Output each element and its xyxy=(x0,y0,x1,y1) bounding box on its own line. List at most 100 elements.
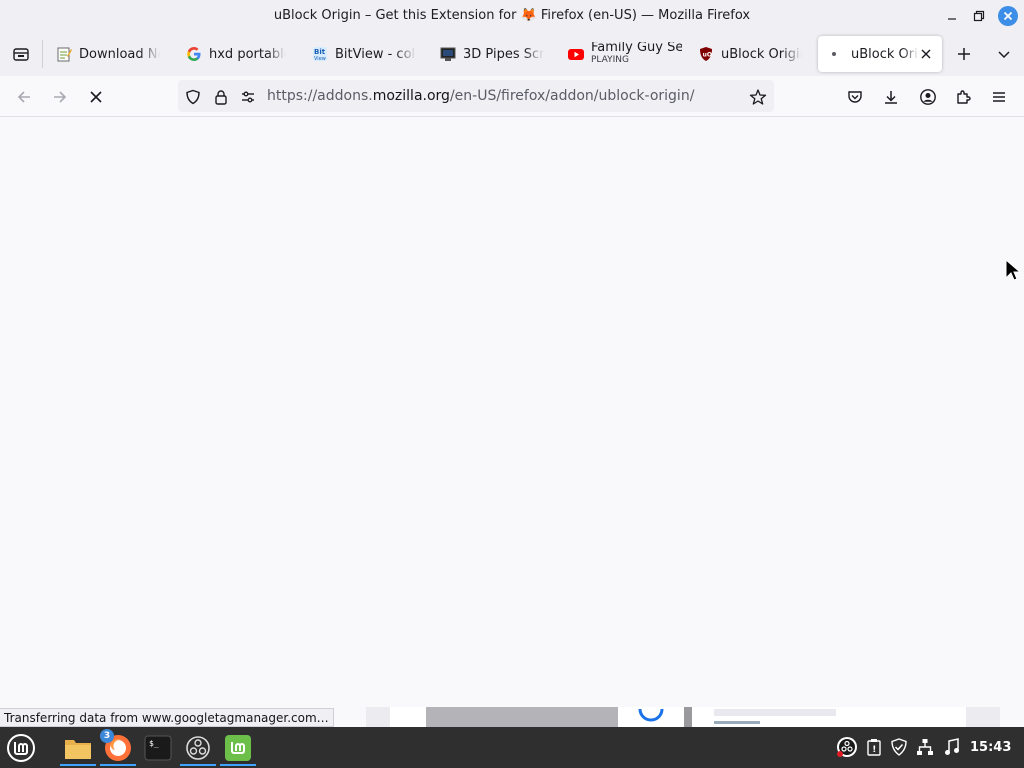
close-window-button[interactable] xyxy=(998,6,1018,26)
notepad-favicon-icon xyxy=(56,46,72,62)
active-indicator xyxy=(100,764,136,766)
chevron-down-icon xyxy=(998,51,1010,59)
loading-dot-icon xyxy=(828,46,844,62)
hamburger-menu-icon xyxy=(993,92,1005,102)
puzzle-icon xyxy=(957,90,971,104)
tab-youtube[interactable]: Family Guy Season PLAYING xyxy=(558,36,682,72)
page-fragment xyxy=(618,707,684,727)
tab-separator xyxy=(42,40,43,68)
tab-ublock[interactable]: uO uBlock Origin xyxy=(688,36,812,72)
stop-loading-button[interactable] xyxy=(83,84,109,110)
shield-tray-icon[interactable] xyxy=(889,737,909,757)
navigation-toolbar: https://addons.mozilla.org/en-US/firefox… xyxy=(0,76,1024,117)
maximize-button[interactable] xyxy=(969,6,989,26)
tab-bitview[interactable]: BitView BitView - collab xyxy=(302,36,426,72)
account-icon xyxy=(920,89,936,105)
clock[interactable]: 15:43 xyxy=(970,740,1011,755)
notification-badge: 3 xyxy=(100,729,114,743)
plus-icon xyxy=(958,48,970,60)
close-tab-button[interactable] xyxy=(919,46,932,62)
taskbar: 3 $_ ! 15:43 xyxy=(0,727,1024,768)
ublock-favicon-icon: uO xyxy=(698,46,714,62)
clipboard-tray-icon[interactable]: ! xyxy=(864,737,884,757)
obs-tray-icon[interactable] xyxy=(836,736,858,758)
tab-label: hxd portable xyxy=(209,46,286,62)
downloads-button[interactable] xyxy=(878,84,904,110)
svg-text:View: View xyxy=(314,56,326,62)
obs-icon xyxy=(186,736,210,760)
stop-icon xyxy=(90,91,102,103)
taskbar-obs[interactable] xyxy=(180,730,216,766)
pipes-favicon-icon xyxy=(440,46,456,62)
back-button[interactable] xyxy=(11,84,37,110)
tab-ublock-active[interactable]: uBlock Origin xyxy=(818,36,942,72)
list-all-tabs-button[interactable] xyxy=(992,42,1016,66)
tab-label: Family Guy Season xyxy=(591,42,682,54)
url-path: /en-US/firefox/addon/ublock-origin/ xyxy=(449,88,695,104)
svg-text:!: ! xyxy=(872,745,876,755)
screenshot-thumbnail xyxy=(692,707,966,727)
taskbar-files[interactable] xyxy=(60,730,96,766)
close-icon xyxy=(1003,11,1013,21)
url-prefix: https://addons. xyxy=(267,88,373,104)
url-bar[interactable]: https://addons.mozilla.org/en-US/firefox… xyxy=(178,80,774,112)
active-indicator xyxy=(60,764,96,766)
url-text[interactable]: https://addons.mozilla.org/en-US/firefox… xyxy=(267,88,694,104)
taskbar-terminal[interactable]: $_ xyxy=(140,730,176,766)
network-tray-icon[interactable] xyxy=(915,737,935,757)
extensions-button[interactable] xyxy=(951,84,977,110)
lock-icon[interactable] xyxy=(212,88,230,106)
mouse-cursor-icon xyxy=(1005,259,1022,281)
title-bar[interactable]: uBlock Origin – Get this Extension for 🦊… xyxy=(0,0,1024,32)
app-menu-button[interactable] xyxy=(986,84,1012,110)
firefox-view-button[interactable] xyxy=(8,41,34,67)
svg-text:Bit: Bit xyxy=(314,48,326,56)
tab-notepad[interactable]: Download Notepad++ xyxy=(46,36,170,72)
page-fragment xyxy=(390,707,426,727)
tab-label: uBlock Origin xyxy=(721,46,802,62)
pocket-button[interactable] xyxy=(842,84,868,110)
url-domain: mozilla.org xyxy=(372,88,450,104)
account-button[interactable] xyxy=(915,84,941,110)
arrow-right-icon xyxy=(54,91,67,103)
bookmark-star-icon[interactable] xyxy=(749,88,767,106)
mint-menu-button[interactable] xyxy=(3,730,39,766)
tab-label: 3D Pipes Screensaver xyxy=(463,46,544,62)
forward-button[interactable] xyxy=(47,84,73,110)
minimize-button[interactable] xyxy=(942,6,962,26)
linux-mint-logo-icon xyxy=(7,734,35,762)
bitview-favicon-icon: Bit View xyxy=(312,46,328,62)
new-tab-button[interactable] xyxy=(952,42,976,66)
taskbar-mintinstall[interactable] xyxy=(220,730,256,766)
tab-google[interactable]: hxd portable xyxy=(176,36,296,72)
tab-playing-label: PLAYING xyxy=(591,55,629,65)
arrow-left-icon xyxy=(17,91,30,103)
google-favicon-icon xyxy=(186,46,202,62)
tracking-protection-shield-icon[interactable] xyxy=(184,88,202,106)
pocket-icon xyxy=(848,91,862,103)
tab-label: Download Notepad++ xyxy=(79,46,160,62)
page-content[interactable]: Transferring data from www.googletagmana… xyxy=(0,117,1024,727)
terminal-icon: $_ xyxy=(144,735,172,761)
download-icon xyxy=(885,91,897,104)
restore-icon xyxy=(973,10,985,22)
minimize-icon xyxy=(948,18,956,20)
tab-label: uBlock Origin xyxy=(851,46,919,62)
tab-label: BitView - collab xyxy=(335,46,416,62)
tab-3d-pipes[interactable]: 3D Pipes Screensaver xyxy=(430,36,554,72)
svg-text:uO: uO xyxy=(703,52,712,59)
screenshot-thumbnail xyxy=(426,707,618,727)
permissions-icon[interactable] xyxy=(239,88,257,106)
folder-icon xyxy=(65,740,91,759)
active-indicator xyxy=(220,764,256,766)
svg-text:$_: $_ xyxy=(149,739,159,748)
close-icon xyxy=(921,49,931,59)
status-panel: Transferring data from www.googletagmana… xyxy=(0,708,334,727)
firefox-view-icon xyxy=(13,48,29,61)
software-manager-icon xyxy=(225,735,251,761)
tab-strip: Download Notepad++ hxd portable BitView … xyxy=(0,32,1024,76)
page-fragment xyxy=(684,707,692,727)
active-indicator xyxy=(180,764,216,766)
window-title: uBlock Origin – Get this Extension for 🦊… xyxy=(273,8,751,23)
music-tray-icon[interactable] xyxy=(942,737,962,757)
